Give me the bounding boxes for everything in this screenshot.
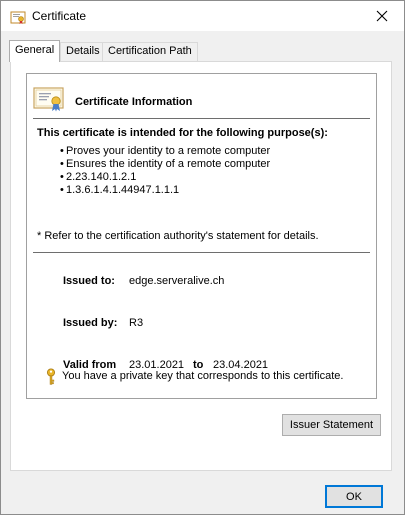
certificate-icon: [10, 11, 26, 24]
purpose-list: Proves your identity to a remote compute…: [60, 145, 270, 197]
tab-certification-path[interactable]: Certification Path: [102, 42, 198, 61]
list-item: Ensures the identity of a remote compute…: [60, 158, 270, 171]
issued-to-value: edge.serveralive.ch: [129, 275, 225, 287]
list-item: 1.3.6.1.4.1.44947.1.1.1: [60, 184, 270, 197]
certificate-dialog: Certificate General Details Certificatio…: [0, 0, 405, 515]
window-title: Certificate: [32, 9, 87, 23]
certificate-information-title: Certificate Information: [75, 96, 193, 108]
issued-by-value: R3: [129, 317, 144, 329]
divider-bottom: [33, 252, 370, 253]
issued-to-label: Issued to:: [63, 275, 115, 287]
authority-statement-note: * Refer to the certification authority's…: [37, 230, 319, 242]
tab-general[interactable]: General: [9, 40, 61, 62]
close-button[interactable]: [359, 1, 404, 31]
issued-by-label: Issued by:: [63, 317, 118, 329]
ok-button[interactable]: OK: [325, 485, 383, 508]
certificate-ribbon-icon: [33, 87, 64, 112]
issuer-statement-button[interactable]: Issuer Statement: [282, 414, 381, 436]
purpose-heading: This certificate is intended for the fol…: [37, 127, 328, 139]
private-key-message: You have a private key that corresponds …: [62, 370, 344, 382]
certificate-info-box: Certificate Information This certificate…: [26, 73, 377, 399]
close-icon: [376, 10, 387, 22]
list-item: Proves your identity to a remote compute…: [60, 145, 270, 158]
title-bar: Certificate: [1, 1, 404, 31]
list-item: 2.23.140.1.2.1: [60, 171, 270, 184]
general-tab-panel: Certificate Information This certificate…: [10, 61, 392, 471]
divider-top: [33, 118, 370, 119]
tab-details[interactable]: Details: [60, 42, 106, 61]
key-icon: [47, 368, 55, 385]
